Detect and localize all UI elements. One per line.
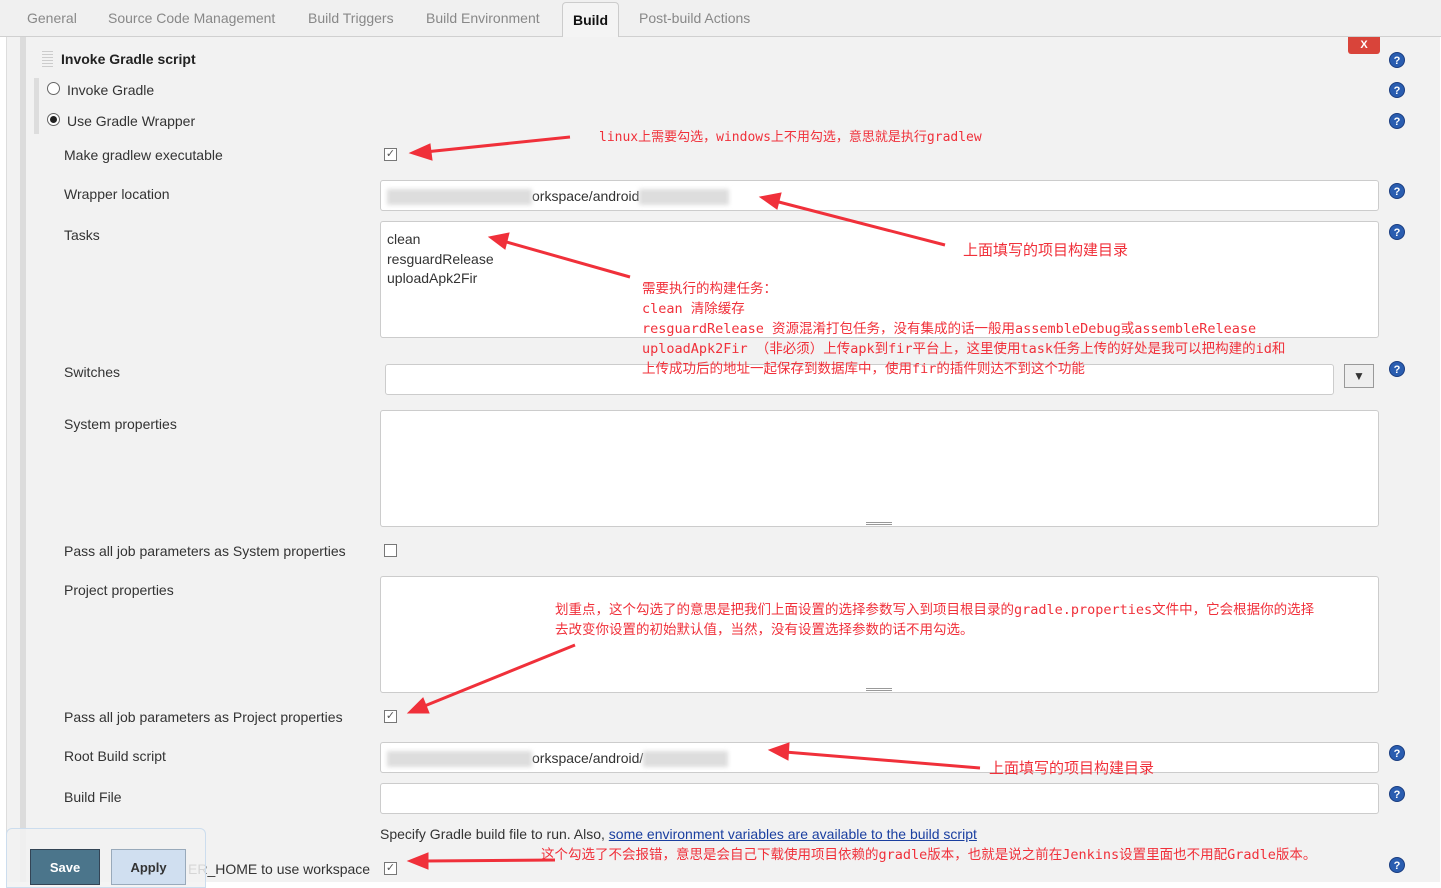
arrowhead-icon <box>487 232 510 250</box>
arrowhead-icon <box>408 143 433 161</box>
arrow-icon <box>424 135 571 154</box>
arrowhead-icon <box>758 192 782 210</box>
arrowhead-icon <box>406 697 430 714</box>
arrowhead-icon <box>767 742 790 761</box>
arrow-icon <box>784 750 981 770</box>
arrow-icon <box>424 858 556 863</box>
arrow-icon <box>774 199 946 247</box>
annotation-arrows <box>406 135 981 870</box>
arrow-icon <box>421 643 576 709</box>
arrowhead-icon <box>406 852 429 870</box>
arrow-icon <box>502 239 631 279</box>
